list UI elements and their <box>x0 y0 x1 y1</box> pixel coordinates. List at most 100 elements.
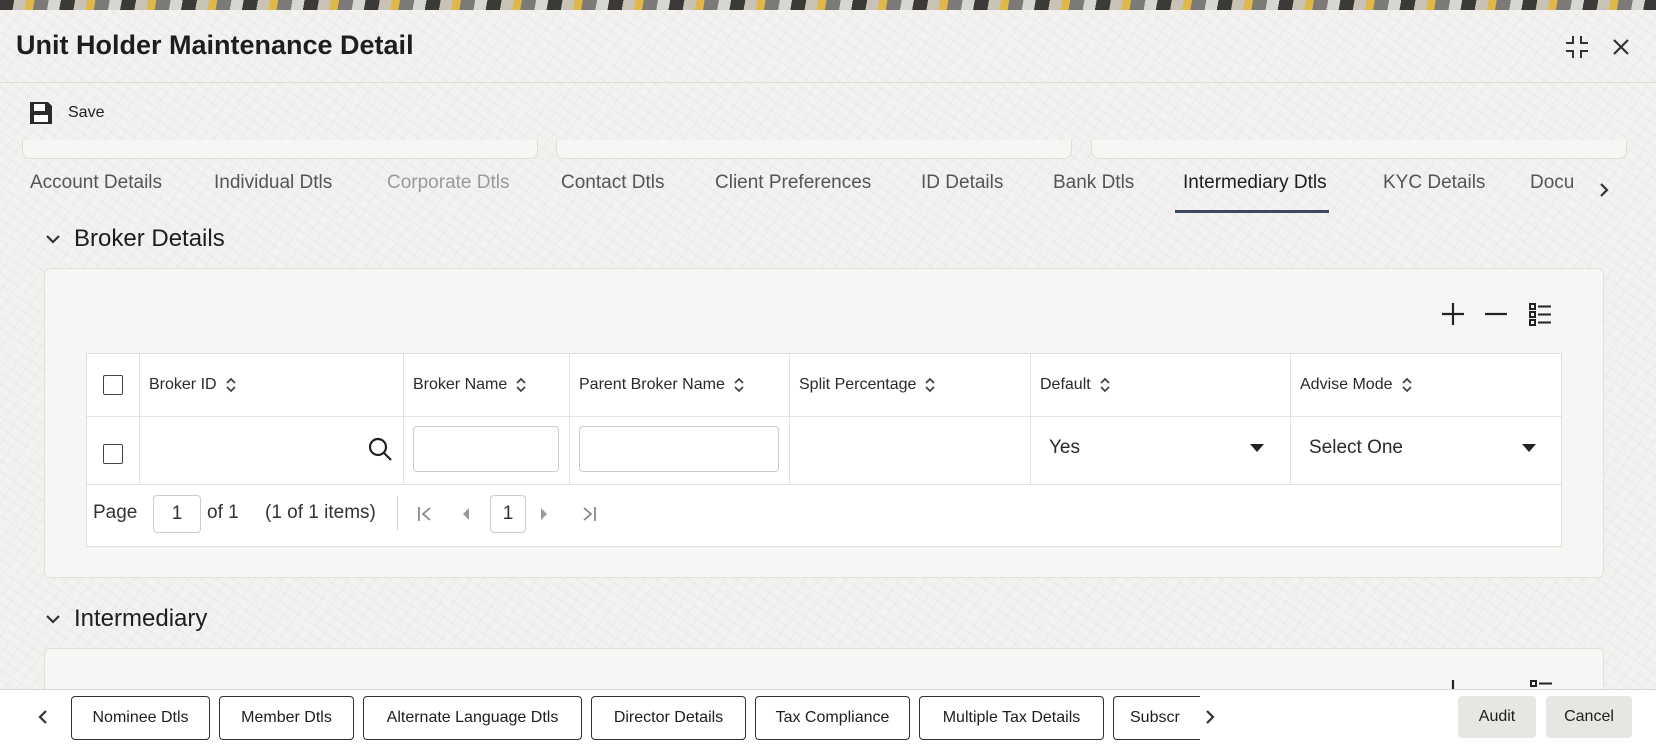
remove-icon <box>1485 312 1507 316</box>
add-row-button[interactable] <box>1437 298 1469 330</box>
prev-page-icon[interactable] <box>461 506 471 522</box>
collapsed-panel <box>556 140 1072 159</box>
pager-divider <box>397 496 398 530</box>
chevron-down-icon <box>46 235 60 244</box>
items-count-label: (1 of 1 items) <box>265 502 376 523</box>
minimize-button[interactable] <box>1562 32 1592 62</box>
row-checkbox[interactable] <box>103 444 123 464</box>
save-icon <box>30 102 52 124</box>
sort-icon <box>1100 377 1110 393</box>
header-broker-name[interactable]: Broker Name <box>413 354 527 416</box>
column-list-icon <box>1529 303 1551 326</box>
collapsed-panel <box>22 140 538 159</box>
header-label: Broker Name <box>413 376 508 393</box>
sort-icon <box>734 377 744 393</box>
nominee-dtls-button[interactable]: Nominee Dtls <box>71 696 210 740</box>
broker-id-field[interactable] <box>143 424 393 474</box>
footer-scroll-left-button[interactable] <box>30 704 56 730</box>
advise-mode-value: Select One <box>1309 437 1403 458</box>
header-split-percentage[interactable]: Split Percentage <box>799 354 936 416</box>
tab-bar: Account Details Individual Dtls Corporat… <box>0 172 1656 216</box>
header-label: Parent Broker Name <box>579 376 725 393</box>
pagination-bar: Page 1 of 1 (1 of 1 items) 1 <box>87 484 1561 544</box>
page-number-value: 1 <box>171 503 183 524</box>
broker-section-title: Broker Details <box>74 225 225 252</box>
sort-icon <box>1401 377 1412 393</box>
tab-client-preferences[interactable]: Client Preferences <box>715 172 871 194</box>
select-all-cell <box>103 354 123 416</box>
header-divider <box>87 416 1561 417</box>
tab-bank-dtls[interactable]: Bank Dtls <box>1053 172 1134 194</box>
dropdown-arrow-icon <box>1522 444 1536 452</box>
last-page-icon[interactable] <box>581 505 597 523</box>
tab-kyc-details[interactable]: KYC Details <box>1383 172 1485 194</box>
save-button[interactable]: Save <box>28 100 104 126</box>
title-divider <box>0 82 1656 83</box>
footer-bar: Nominee Dtls Member Dtls Alternate Langu… <box>0 689 1656 748</box>
collapsed-panel <box>1091 140 1627 159</box>
tab-docu-clip: Docu <box>1530 172 1575 202</box>
member-dtls-button[interactable]: Member Dtls <box>219 696 354 740</box>
broker-section-header[interactable]: Broker Details <box>44 225 225 253</box>
tax-compliance-button[interactable]: Tax Compliance <box>755 696 910 740</box>
subscription-button[interactable]: Subscr <box>1113 696 1200 740</box>
broker-table: Broker ID Broker Name Parent Broker Name… <box>86 353 1562 547</box>
page-of-label: of 1 <box>207 502 239 523</box>
multiple-tax-details-button[interactable]: Multiple Tax Details <box>919 696 1104 740</box>
header-broker-id[interactable]: Broker ID <box>149 354 237 416</box>
add-icon <box>1442 303 1464 325</box>
page-number-input[interactable]: 1 <box>153 495 201 533</box>
header-parent-broker-name[interactable]: Parent Broker Name <box>579 354 745 416</box>
page-label: Page <box>93 502 138 523</box>
audit-button[interactable]: Audit <box>1458 696 1536 738</box>
save-label: Save <box>68 104 105 121</box>
intermediary-section-header[interactable]: Intermediary <box>44 605 207 633</box>
chevron-down-icon <box>46 615 60 624</box>
tab-individual-dtls[interactable]: Individual Dtls <box>214 172 332 194</box>
header-label: Broker ID <box>149 376 217 393</box>
tab-documents[interactable]: Docu <box>1530 172 1574 194</box>
header-banner <box>0 0 1656 10</box>
row-select-cell <box>103 444 123 464</box>
intermediary-section-title: Intermediary <box>74 605 208 632</box>
minimize-icon <box>1566 36 1588 58</box>
header-label: Default <box>1040 376 1091 393</box>
header-advise-mode[interactable]: Advise Mode <box>1300 354 1413 416</box>
dropdown-arrow-icon <box>1250 444 1264 452</box>
footer-scroll-right-button[interactable] <box>1197 704 1223 730</box>
default-select[interactable]: Yes <box>1049 432 1265 464</box>
advise-mode-select[interactable]: Select One <box>1309 432 1537 464</box>
tab-account-details[interactable]: Account Details <box>30 172 162 194</box>
first-page-icon[interactable] <box>417 505 433 523</box>
current-page-button[interactable]: 1 <box>490 495 526 533</box>
broker-name-input[interactable] <box>413 426 559 472</box>
chevron-right-icon <box>1206 710 1215 724</box>
tab-contact-dtls[interactable]: Contact Dtls <box>561 172 664 194</box>
cancel-button[interactable]: Cancel <box>1546 696 1632 738</box>
close-button[interactable] <box>1606 32 1636 62</box>
chevron-left-icon <box>38 710 47 724</box>
director-details-button[interactable]: Director Details <box>591 696 746 740</box>
alternate-language-dtls-button[interactable]: Alternate Language Dtls <box>363 696 582 740</box>
close-icon <box>1613 39 1629 55</box>
header-default[interactable]: Default <box>1040 354 1111 416</box>
sort-icon <box>925 377 936 393</box>
remove-row-button[interactable] <box>1480 298 1512 330</box>
tab-corporate-dtls: Corporate Dtls <box>387 172 510 193</box>
sort-icon <box>516 377 526 393</box>
current-page-value: 1 <box>502 503 514 524</box>
header-label: Advise Mode <box>1300 376 1393 393</box>
chevron-right-icon <box>1600 183 1609 197</box>
window-title: Unit Holder Maintenance Detail <box>16 30 414 60</box>
tab-id-details[interactable]: ID Details <box>921 172 1003 194</box>
tabs-scroll-right-button[interactable] <box>1592 178 1616 202</box>
parent-broker-name-input[interactable] <box>579 426 779 472</box>
header-label: Split Percentage <box>799 376 917 393</box>
column-settings-button[interactable] <box>1524 298 1556 330</box>
tab-intermediary-dtls[interactable]: Intermediary Dtls <box>1175 172 1329 213</box>
select-all-checkbox[interactable] <box>103 375 123 395</box>
search-icon[interactable] <box>367 436 393 462</box>
default-value: Yes <box>1049 437 1080 458</box>
next-page-icon[interactable] <box>539 506 549 522</box>
sort-icon <box>225 377 236 393</box>
